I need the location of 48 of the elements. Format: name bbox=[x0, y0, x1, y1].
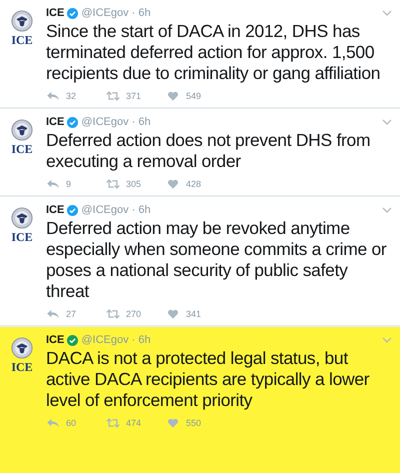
retweet-count: 270 bbox=[126, 309, 142, 319]
like-count: 549 bbox=[186, 91, 202, 101]
retweet-icon[interactable] bbox=[106, 418, 120, 428]
retweet-count: 474 bbox=[126, 418, 142, 428]
avatar-label: ICE bbox=[11, 33, 33, 48]
caret-icon[interactable] bbox=[382, 207, 392, 213]
heart-icon[interactable] bbox=[166, 309, 180, 319]
seal-icon bbox=[11, 207, 33, 229]
handle-time: @ICEgov · 6h bbox=[81, 204, 151, 216]
seal-icon bbox=[11, 10, 33, 32]
account-name[interactable]: ICE bbox=[46, 334, 64, 346]
tweet-text: Deferred action may be revoked anytime especially when someone commits a crime or poses a national security of public safety threat bbox=[46, 218, 388, 302]
tweet-text: Deferred action does not prevent DHS from executing a removal order bbox=[46, 130, 372, 172]
reply-count: 60 bbox=[66, 418, 78, 428]
reply-count: 9 bbox=[66, 179, 72, 189]
like-count: 550 bbox=[186, 418, 202, 428]
heart-icon[interactable] bbox=[166, 179, 180, 189]
avatar-label: ICE bbox=[11, 230, 33, 245]
reply-icon[interactable] bbox=[46, 179, 60, 189]
seal-icon bbox=[11, 337, 33, 359]
handle-time: @ICEgov · 6h bbox=[81, 7, 151, 19]
caret-icon[interactable] bbox=[382, 119, 392, 125]
caret-icon[interactable] bbox=[382, 337, 392, 343]
handle-time: @ICEgov · 6h bbox=[81, 116, 151, 128]
avatar-label: ICE bbox=[11, 142, 33, 157]
like-count: 341 bbox=[186, 309, 202, 319]
reply-icon[interactable] bbox=[46, 418, 60, 428]
tweet-text: Since the start of DACA in 2012, DHS has terminated deferred action for approx. 1,500 recipients due to criminality or gang affiliation bbox=[46, 21, 382, 84]
account-name[interactable]: ICE bbox=[46, 116, 64, 128]
retweet-icon[interactable] bbox=[106, 179, 120, 189]
seal-icon bbox=[11, 119, 33, 141]
caret-icon[interactable] bbox=[382, 10, 392, 16]
retweet-icon[interactable] bbox=[106, 91, 120, 101]
handle-time: @ICEgov · 6h bbox=[81, 334, 151, 346]
reply-count: 32 bbox=[66, 91, 78, 101]
retweet-icon[interactable] bbox=[106, 309, 120, 319]
heart-icon[interactable] bbox=[166, 91, 180, 101]
reply-icon[interactable] bbox=[46, 91, 60, 101]
like-count: 428 bbox=[186, 179, 202, 189]
account-name[interactable]: ICE bbox=[46, 204, 64, 216]
account-name[interactable]: ICE bbox=[46, 7, 64, 19]
reply-icon[interactable] bbox=[46, 309, 60, 319]
retweet-count: 305 bbox=[126, 179, 142, 189]
reply-count: 27 bbox=[66, 309, 78, 319]
avatar-label: ICE bbox=[11, 360, 33, 375]
heart-icon[interactable] bbox=[166, 418, 180, 428]
retweet-count: 371 bbox=[126, 91, 142, 101]
tweet-text: DACA is not a protected legal status, but active DACA recipients are typically a lower level of enforcement priority bbox=[46, 348, 370, 411]
